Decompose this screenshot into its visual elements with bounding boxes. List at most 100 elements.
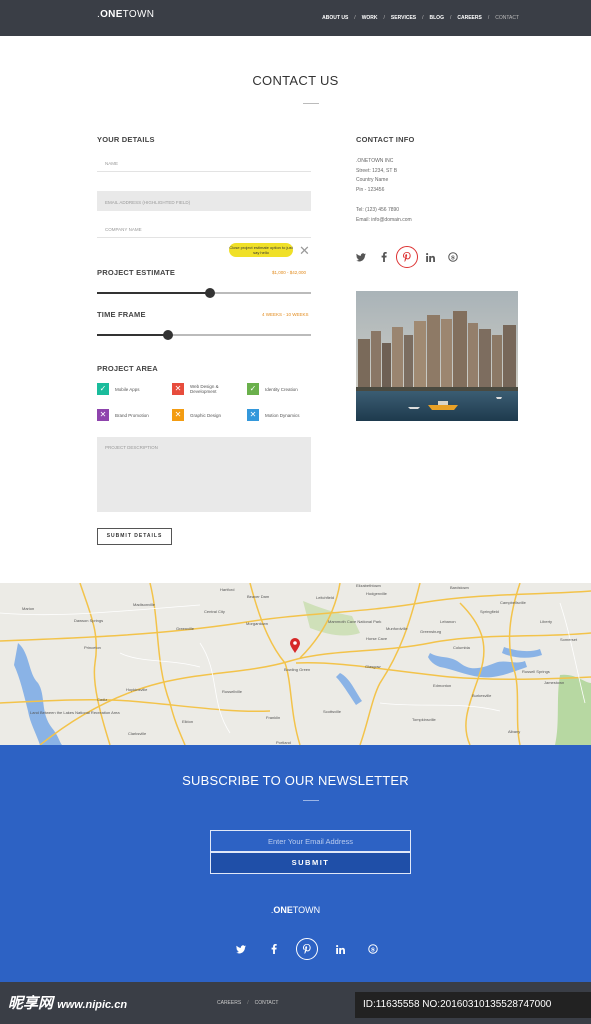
check-icon[interactable]: ✓ <box>247 383 259 395</box>
logo-bold: ONE <box>273 905 293 915</box>
site-logo[interactable]: .ONETOWN <box>97 9 154 20</box>
area-label: Identity Creation <box>265 386 298 392</box>
nav-item-work[interactable]: WORK <box>362 15 378 21</box>
top-header: .ONETOWN ABOUT US / WORK / SERVICES / BL… <box>0 0 591 36</box>
area-graphic-design[interactable]: ✕ Graphic Design <box>172 409 221 421</box>
time-frame-label: TIME FRAME <box>97 310 146 319</box>
logo-thin: TOWN <box>292 905 321 915</box>
map-label: Hopkinsville <box>126 687 148 692</box>
pinterest-icon[interactable] <box>396 246 418 268</box>
map-label: Elkton <box>182 719 193 724</box>
nav-separator: / <box>247 1000 249 1006</box>
company-name: .ONETOWN INC <box>356 158 394 164</box>
map-label: Leitchfield <box>316 595 334 600</box>
watermark-id: ID:11635558 NO:20160310135528747000 <box>355 992 591 1018</box>
area-label: Web Design & Development <box>190 384 219 395</box>
check-icon[interactable]: ✓ <box>97 383 109 395</box>
newsletter-email-input[interactable] <box>210 830 411 852</box>
nav-item-blog[interactable]: BLOG <box>430 15 444 21</box>
map-label: Glasgow <box>365 664 381 669</box>
newsletter-logo[interactable]: .ONETOWN <box>0 905 591 915</box>
map-label: Land Between the Lakes National Recreati… <box>30 710 120 715</box>
cross-icon[interactable]: ✕ <box>247 409 259 421</box>
nav-item-services[interactable]: SERVICES <box>391 15 416 21</box>
nav-separator: / <box>354 15 356 21</box>
newsletter-submit-button[interactable]: SUBMIT <box>210 852 411 874</box>
nav-item-careers[interactable]: CAREERS <box>457 15 481 21</box>
map-label: Burkesville <box>472 693 492 698</box>
close-icon[interactable]: ✕ <box>299 244 310 257</box>
twitter-icon[interactable] <box>350 246 372 268</box>
cross-icon[interactable]: ✕ <box>172 383 184 395</box>
phone-line: Tel: (123) 456 7890 <box>356 207 400 213</box>
cross-icon[interactable]: ✕ <box>97 409 109 421</box>
map-label: Somerset <box>560 637 578 642</box>
nav-item-contact[interactable]: CONTACT <box>495 15 519 21</box>
area-identity-creation[interactable]: ✓ Identity Creation <box>247 383 298 395</box>
footer-nav-careers[interactable]: CAREERS <box>217 1000 241 1006</box>
map-label: Bowling Green <box>284 667 310 672</box>
footer-nav-contact[interactable]: CONTACT <box>255 1000 279 1006</box>
email-field[interactable]: EMAIL ADDRESS (HIGHLIGHTED FIELD) <box>97 191 311 211</box>
linkedin-icon[interactable] <box>329 938 351 960</box>
map-label: Jamestown <box>544 680 564 685</box>
timeframe-slider-fill <box>97 334 168 336</box>
twitter-icon[interactable] <box>230 938 252 960</box>
newsletter-section: SUBSCRIBE TO OUR NEWSLETTER SUBMIT .ONET… <box>0 745 591 982</box>
map-label: Edmonton <box>433 683 451 688</box>
area-web-design[interactable]: ✕ Web Design & Development <box>172 383 219 395</box>
skype-icon[interactable] <box>442 246 464 268</box>
area-motion-dynamics[interactable]: ✕ Motion Dynamics <box>247 409 300 421</box>
timeframe-range: 4 WEEKS - 10 WEEKS <box>262 312 309 317</box>
estimate-slider-handle[interactable] <box>205 288 216 298</box>
map-label: Russell Springs <box>522 669 550 674</box>
title-divider <box>303 103 319 104</box>
newsletter-social-links <box>230 938 384 960</box>
map-label: Greensburg <box>420 629 441 634</box>
timeframe-slider-handle[interactable] <box>162 330 173 340</box>
map-label: Munfordville <box>386 626 408 631</box>
area-mobile-apps[interactable]: ✓ Mobile Apps <box>97 383 140 395</box>
estimate-slider[interactable] <box>97 288 311 298</box>
company-field[interactable]: COMPANY NAME <box>97 218 311 238</box>
footer-nav: CAREERS / CONTACT <box>217 1000 278 1006</box>
main-nav: ABOUT US / WORK / SERVICES / BLOG / CARE… <box>322 15 519 21</box>
map-label: Clarksville <box>128 731 147 736</box>
name-field[interactable]: NAME <box>97 152 311 172</box>
linkedin-icon[interactable] <box>419 246 441 268</box>
map-label: Campbellsville <box>500 600 527 605</box>
area-label: Brand Promotion <box>115 412 149 418</box>
email-line[interactable]: Email: info@domain.com <box>356 216 412 226</box>
map-label: Springfield <box>480 609 499 614</box>
map-label: Greenville <box>176 626 195 631</box>
cross-icon[interactable]: ✕ <box>172 409 184 421</box>
facebook-icon[interactable] <box>373 246 395 268</box>
map-label: Marion <box>22 606 34 611</box>
facebook-icon[interactable] <box>263 938 285 960</box>
map-label: Columbia <box>453 645 471 650</box>
map-label: Hartford <box>220 587 234 592</box>
skype-icon[interactable] <box>362 938 384 960</box>
area-label-line1: Web Design & <box>190 383 219 389</box>
pinterest-icon[interactable] <box>296 938 318 960</box>
watermark-url: www.nipic.cn <box>57 999 128 1011</box>
project-description-field[interactable]: PROJECT DESCRIPTION <box>97 437 311 512</box>
area-brand-promotion[interactable]: ✕ Brand Promotion <box>97 409 149 421</box>
newsletter-divider <box>303 800 319 801</box>
watermark-brand-name: 昵享网 <box>8 995 54 1012</box>
street-line: Street: 1234, ST B <box>356 167 398 174</box>
timeframe-slider[interactable] <box>97 330 311 340</box>
map-label: Hodgenville <box>366 591 388 596</box>
newsletter-title: SUBSCRIBE TO OUR NEWSLETTER <box>182 773 409 788</box>
nav-separator: / <box>422 15 424 21</box>
map-label: Russellville <box>222 689 243 694</box>
nav-item-about[interactable]: ABOUT US <box>322 15 348 21</box>
watermark-brand: 昵享网 www.nipic.cn <box>8 992 127 1013</box>
area-label: Motion Dynamics <box>265 412 300 418</box>
contact-social-links <box>350 246 465 268</box>
submit-details-button[interactable]: SUBMIT DETAILS <box>97 528 172 545</box>
logo-thin: TOWN <box>122 9 155 20</box>
map-label: Cadiz <box>97 697 107 702</box>
nav-separator: / <box>449 15 452 21</box>
location-map[interactable]: Princeton Hopkinsville Russellville Fran… <box>0 583 591 745</box>
